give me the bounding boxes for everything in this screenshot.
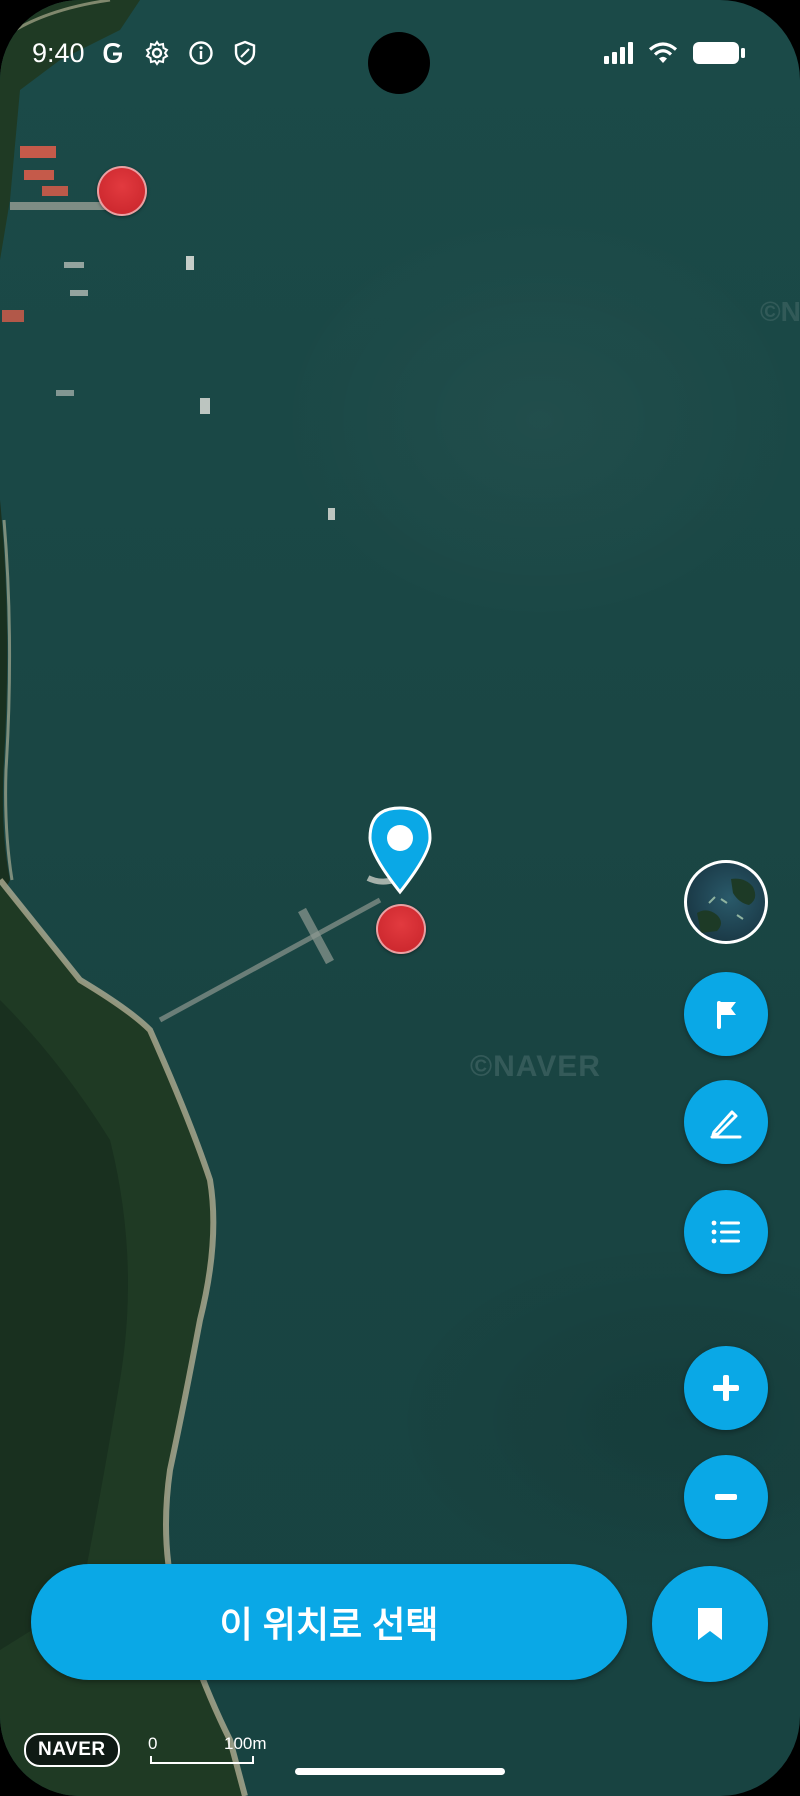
scale-bar [150, 1756, 254, 1764]
flag-icon [717, 1001, 736, 1029]
battery-icon [693, 42, 745, 64]
location-pin-marker[interactable] [364, 804, 436, 896]
plus-icon [713, 1375, 739, 1401]
map-watermark-edge: ©N [760, 296, 800, 327]
minus-icon [715, 1494, 737, 1500]
select-location-button[interactable]: 이 위치로 선택 [31, 1564, 627, 1680]
map-scale: 0 100m [148, 1734, 268, 1764]
pencil-icon [710, 1110, 742, 1139]
naver-logo: NAVER [24, 1733, 120, 1767]
map-watermark: ©NAVER [470, 1050, 601, 1083]
zoom-out-button[interactable] [684, 1455, 768, 1539]
bookmark-icon [698, 1608, 722, 1640]
red-dot-marker[interactable] [376, 904, 426, 954]
red-dot-marker[interactable] [97, 166, 147, 216]
map-layer-thumbnail [697, 878, 756, 933]
bookmark-button[interactable] [652, 1566, 768, 1682]
status-time: 9:40 [32, 38, 85, 68]
signal-icon [604, 42, 633, 64]
list-icon [711, 1220, 740, 1244]
home-indicator[interactable] [295, 1768, 505, 1775]
info-icon [189, 41, 213, 65]
list-button[interactable] [684, 1190, 768, 1274]
map-screen[interactable]: ©NAVER ©N 9:40 이 위치로 선택 NAVER 0 100m [0, 0, 800, 1796]
scale-zero-label: 0 [148, 1734, 158, 1753]
flag-button[interactable] [684, 972, 768, 1056]
front-camera [368, 32, 430, 94]
map-layer-button[interactable] [684, 860, 768, 944]
google-icon [103, 43, 122, 63]
shield-icon [234, 40, 256, 66]
zoom-in-button[interactable] [684, 1346, 768, 1430]
wifi-icon [648, 42, 678, 63]
edit-button[interactable] [684, 1080, 768, 1164]
scale-distance-label: 100m [224, 1734, 267, 1753]
map-terrain [0, 0, 395, 1796]
settings-icon [145, 40, 169, 66]
